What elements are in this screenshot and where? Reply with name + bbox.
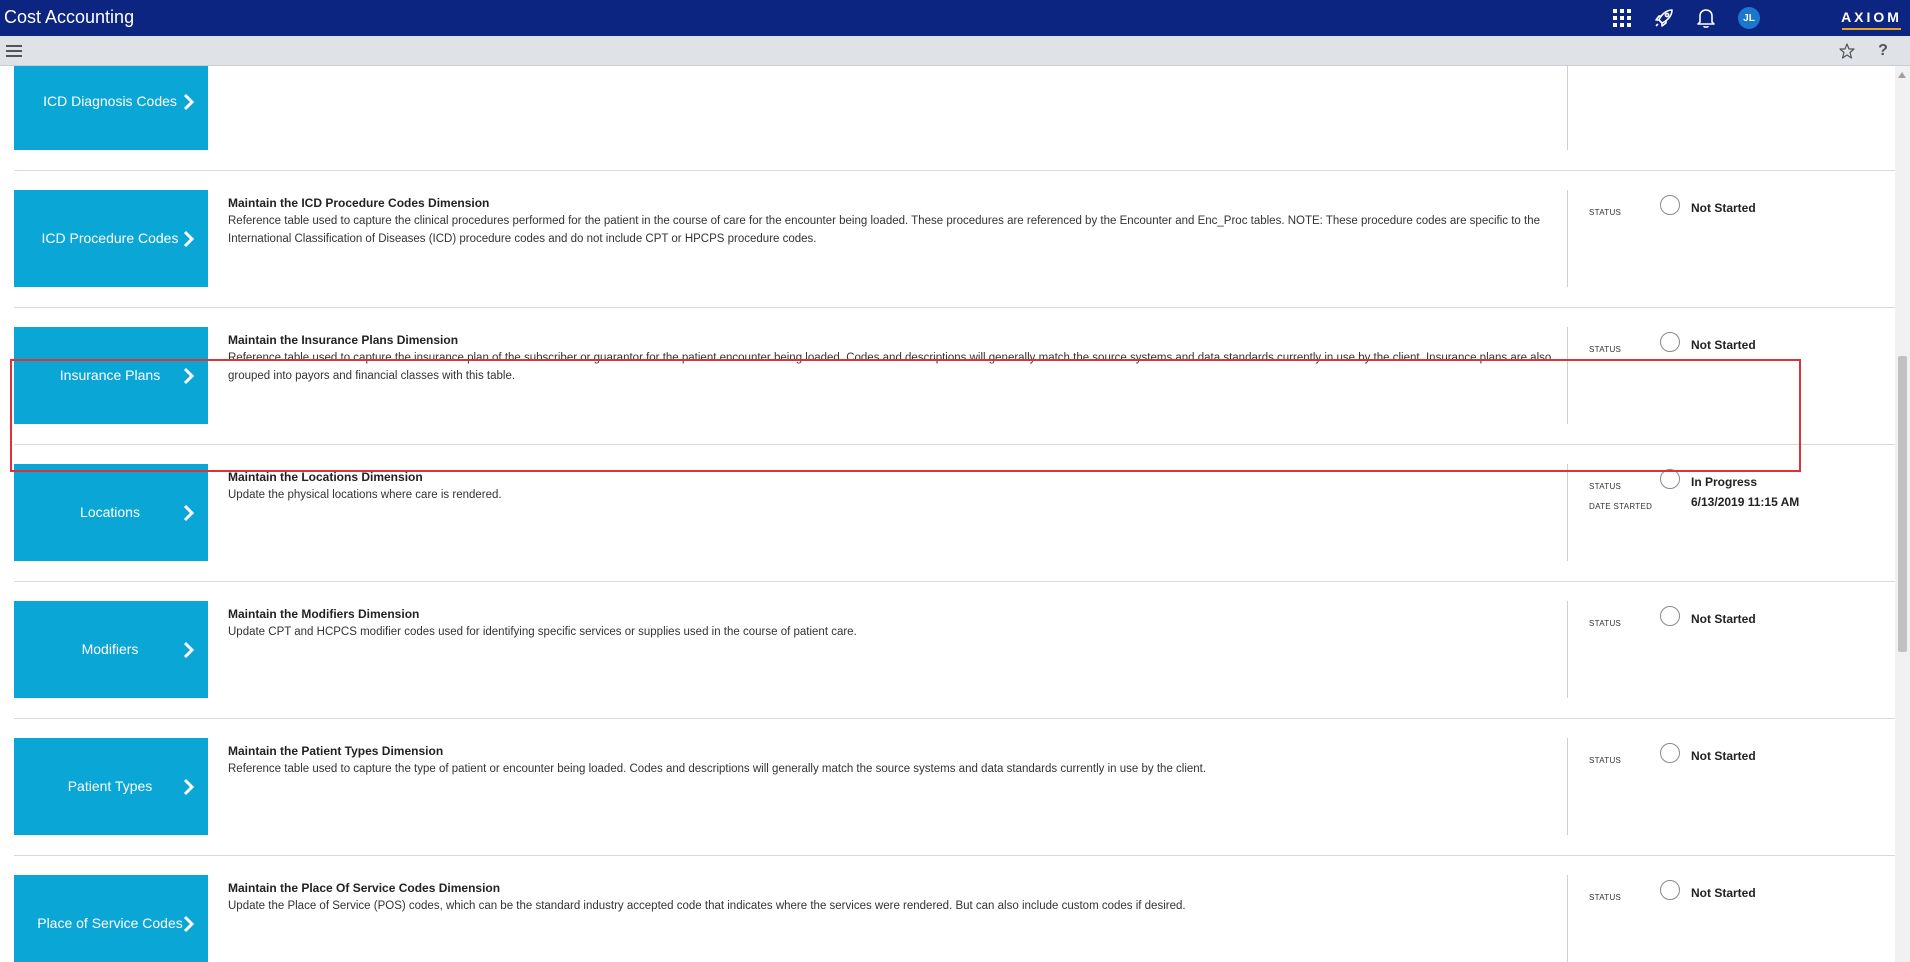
column-divider [1567,190,1568,287]
task-row: Modifiers Maintain the Modifiers Dimensi… [0,581,1895,719]
status-label: STATUS [1589,345,1622,354]
tile-place-of-service-codes[interactable]: Place of Service Codes [14,875,208,962]
help-icon[interactable]: ? [1872,40,1894,62]
tile-insurance-plans[interactable]: Insurance Plans [14,327,208,424]
status-label: STATUS [1589,482,1622,491]
status-label: STATUS [1589,756,1622,765]
status-circle-icon [1660,195,1680,215]
bell-icon[interactable] [1694,6,1718,30]
task-row: Patient Types Maintain the Patient Types… [0,718,1895,856]
chevron-right-icon [183,367,195,385]
toolbar: ? [0,36,1910,66]
status-circle-icon [1660,880,1680,900]
status-value: Not Started [1691,886,1756,900]
hamburger-menu-icon[interactable] [3,40,25,62]
task-row: Place of Service Codes Maintain the Plac… [0,855,1895,962]
app-title: Cost Accounting [4,7,135,27]
task-row: Locations Maintain the Locations Dimensi… [0,444,1895,582]
task-title: Maintain the Insurance Plans Dimension [228,333,459,347]
task-list: ICD Diagnosis Codes ICD Procedure Codes … [0,66,1895,962]
task-description: Reference table used to capture the type… [228,763,1207,775]
task-row: ICD Procedure Codes Maintain the ICD Pro… [0,170,1895,308]
top-bar: Cost Accounting JL AXIOM [0,0,1910,36]
task-title: Maintain the Patient Types Dimension [228,744,444,758]
tile-locations[interactable]: Locations [14,464,208,561]
column-divider [1567,327,1568,424]
star-icon[interactable] [1836,40,1858,62]
status-circle-icon [1660,606,1680,626]
task-description: Update the Place of Service (POS) codes,… [228,900,1186,912]
task-description: Reference table used to capture the clin… [228,215,1540,245]
status-label: STATUS [1589,619,1622,628]
rocket-icon[interactable] [1652,6,1676,30]
scroll-up-arrow-icon[interactable] [1898,72,1906,78]
chevron-right-icon [183,504,195,522]
status-value: Not Started [1691,749,1756,763]
column-divider [1567,66,1568,150]
chevron-right-icon [183,93,195,111]
task-row: ICD Diagnosis Codes [0,66,1895,171]
column-divider [1567,601,1568,698]
tile-icd-procedure-codes[interactable]: ICD Procedure Codes [14,190,208,287]
task-description: Update CPT and HCPCS modifier codes used… [228,626,857,638]
scrollbar-thumb[interactable] [1898,356,1907,652]
status-label: STATUS [1589,208,1622,217]
tile-modifiers[interactable]: Modifiers [14,601,208,698]
task-title: Maintain the Modifiers Dimension [228,607,420,621]
task-title: Maintain the Place Of Service Codes Dime… [228,881,501,895]
task-row: Insurance Plans Maintain the Insurance P… [0,307,1895,445]
chevron-right-icon [183,230,195,248]
chevron-right-icon [183,915,195,933]
chevron-right-icon [183,778,195,796]
task-description: Update the physical locations where care… [228,489,502,501]
user-avatar[interactable]: JL [1738,7,1760,29]
date-started-value: 6/13/2019 11:15 AM [1691,495,1800,509]
task-title: Maintain the ICD Procedure Codes Dimensi… [228,196,490,210]
date-started-label: DATE STARTED [1589,502,1653,511]
status-value: Not Started [1691,338,1756,352]
axiom-logo: AXIOM [1841,6,1901,30]
apps-grid-icon[interactable] [1610,6,1634,30]
status-circle-icon [1660,469,1680,489]
column-divider [1567,464,1568,561]
status-value: In Progress [1691,475,1758,489]
status-label: STATUS [1589,893,1622,902]
tile-patient-types[interactable]: Patient Types [14,738,208,835]
task-title: Maintain the Locations Dimension [228,470,423,484]
status-value: Not Started [1691,201,1756,215]
status-value: Not Started [1691,612,1756,626]
column-divider [1567,875,1568,962]
chevron-right-icon [183,641,195,659]
status-circle-icon [1660,332,1680,352]
status-circle-icon [1660,743,1680,763]
column-divider [1567,738,1568,835]
vertical-scrollbar[interactable] [1895,66,1910,962]
tile-icd-diagnosis-codes[interactable]: ICD Diagnosis Codes [14,66,208,150]
task-description: Reference table used to capture the insu… [228,352,1552,382]
